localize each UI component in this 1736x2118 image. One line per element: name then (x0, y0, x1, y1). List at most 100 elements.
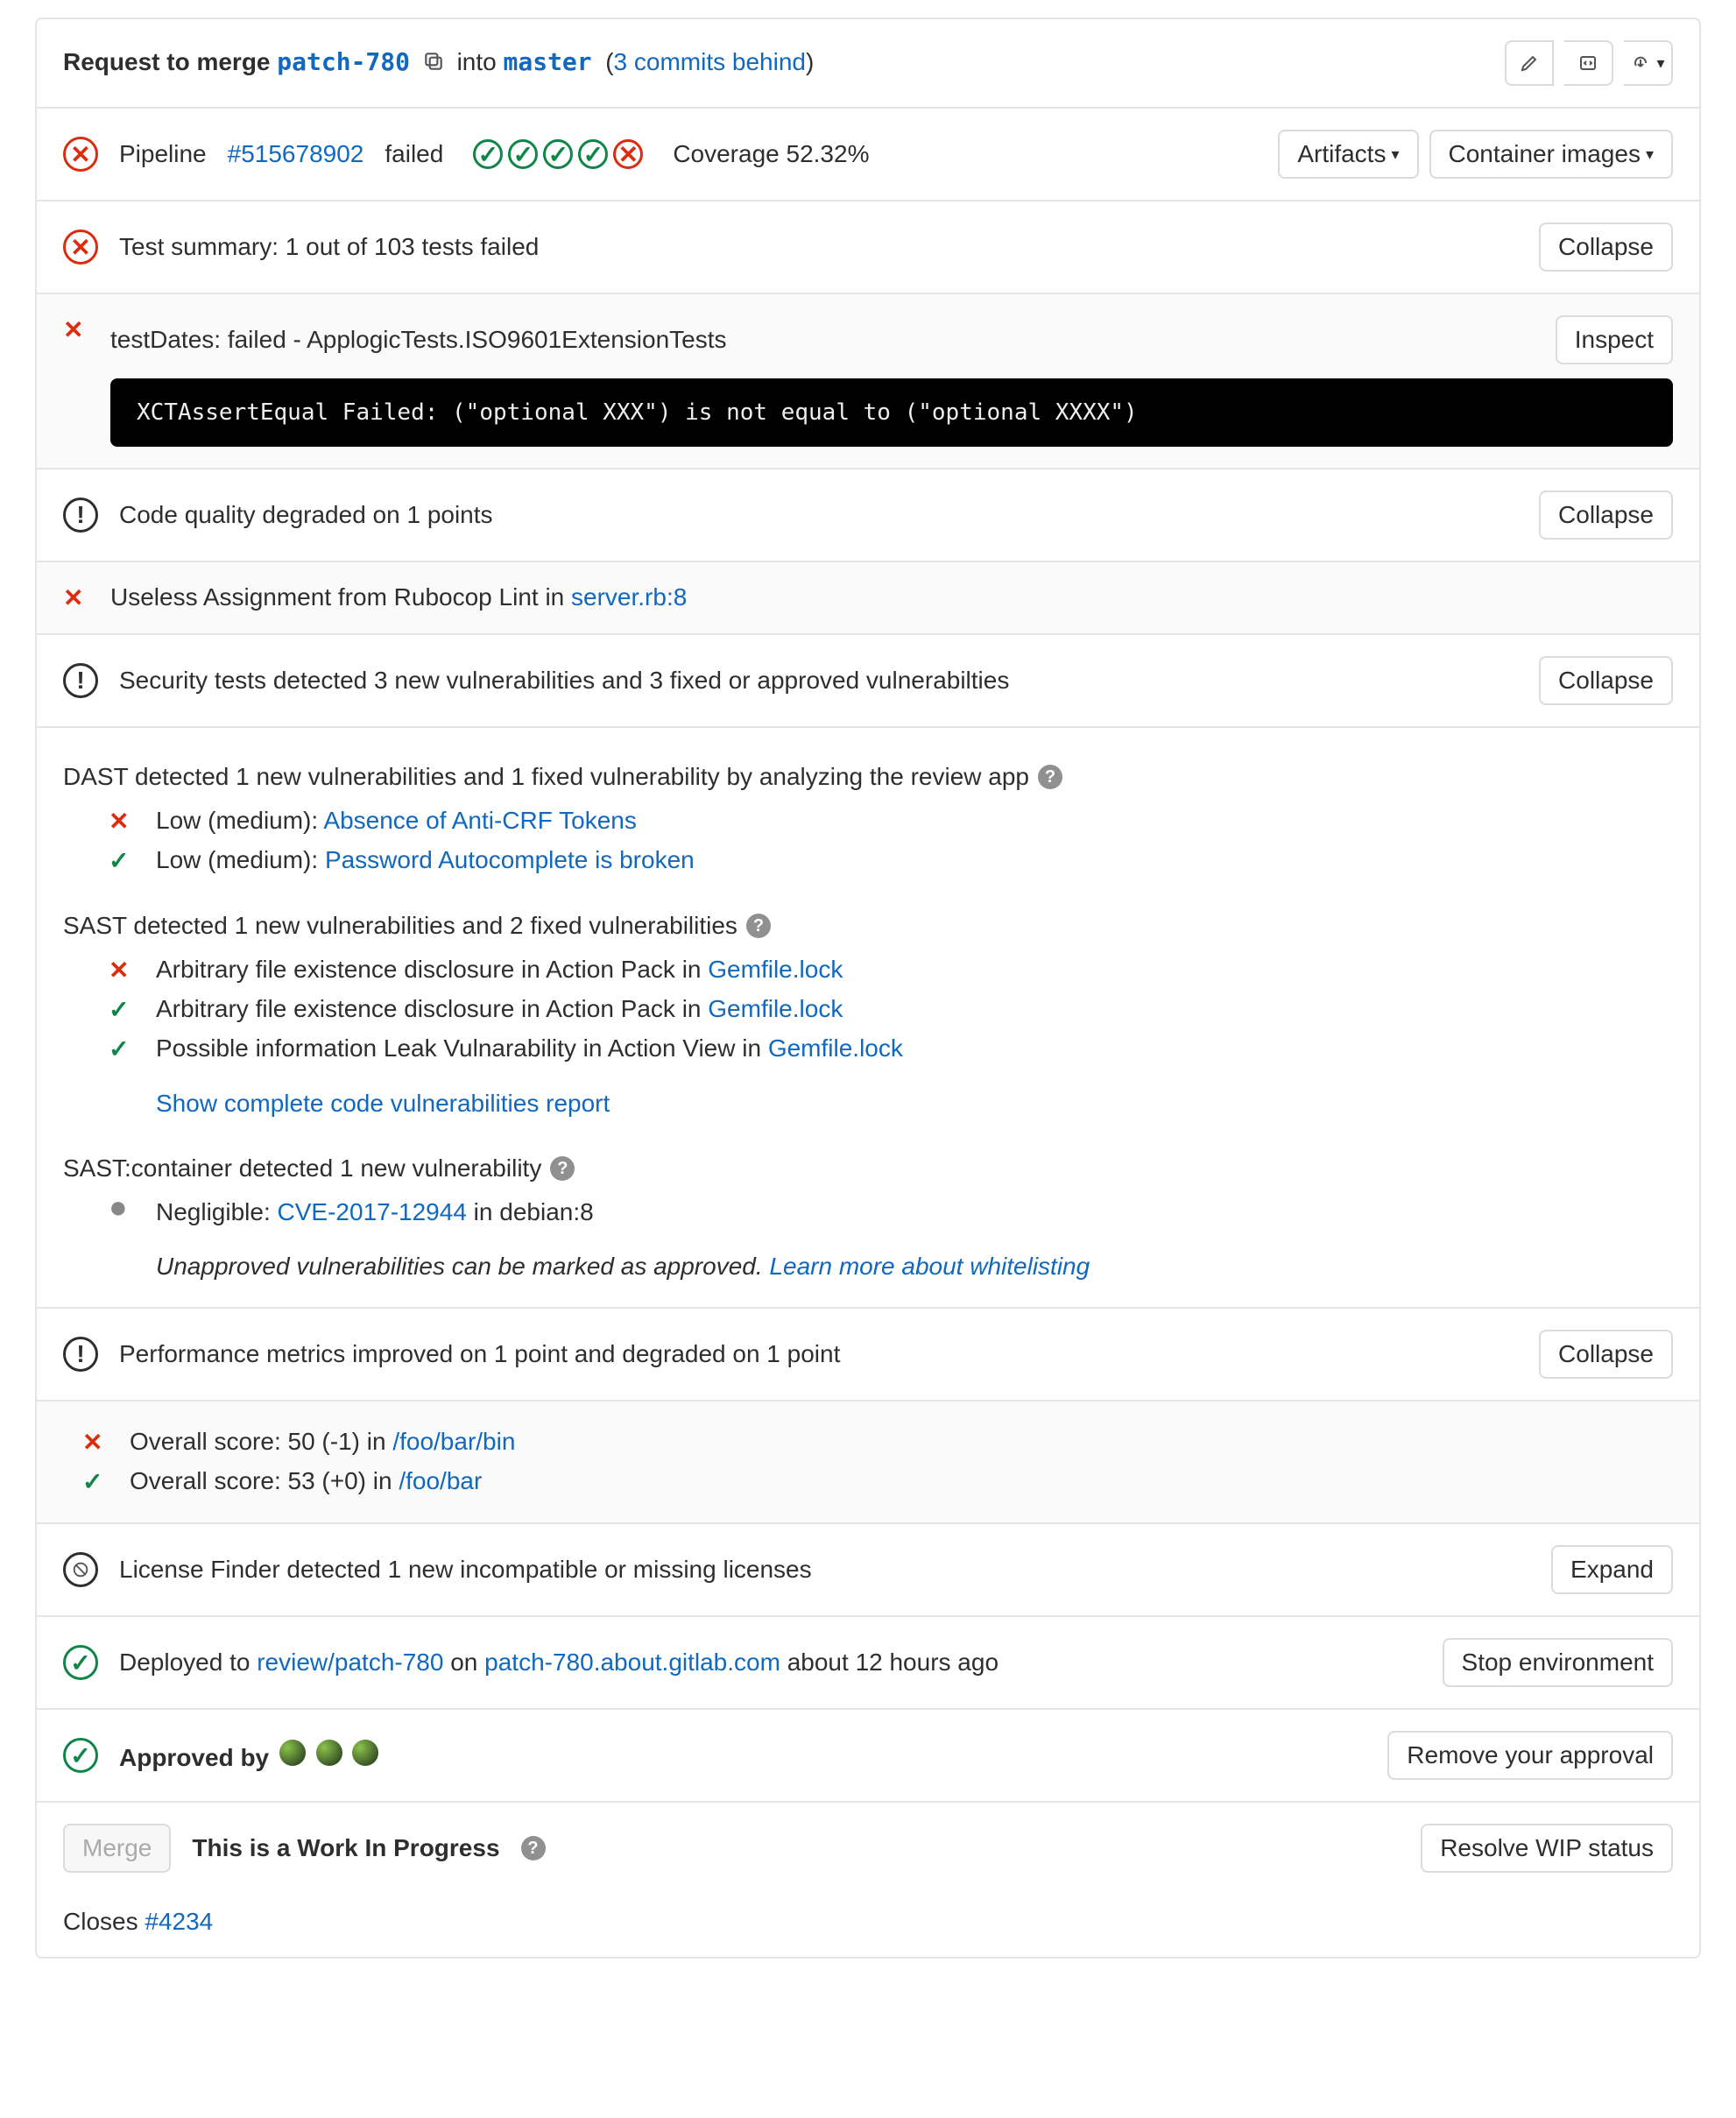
avatar[interactable] (352, 1740, 378, 1766)
stop-environment-button[interactable]: Stop environment (1443, 1638, 1673, 1687)
pipeline-status-icon: ✕ (63, 137, 98, 172)
vuln-link[interactable]: Password Autocomplete is broken (325, 846, 695, 873)
stage-icon-fail[interactable]: ✕ (613, 139, 643, 169)
stage-icon-pass[interactable]: ✓ (543, 139, 573, 169)
vuln-link[interactable]: Absence of Anti-CRF Tokens (323, 807, 636, 834)
stage-icon-pass[interactable]: ✓ (473, 139, 503, 169)
license-summary: License Finder detected 1 new incompatib… (119, 1556, 1530, 1584)
whitelist-link[interactable]: Learn more about whitelisting (769, 1253, 1090, 1280)
vulnerability-item: ✓Arbitrary file existence disclosure in … (109, 990, 1673, 1029)
show-all-vulnerabilities-link[interactable]: Show complete code vulnerabilities repor… (156, 1090, 610, 1118)
vulnerability-item: ● Negligible: CVE-2017-12944 in debian:8 (109, 1193, 1673, 1232)
whitelist-hint: Unapproved vulnerabilities can be marked… (156, 1253, 1090, 1281)
container-images-dropdown[interactable]: Container images▾ (1429, 130, 1674, 179)
vuln-link[interactable]: /foo/bar/bin (392, 1428, 515, 1455)
pipeline-id-link[interactable]: #515678902 (228, 140, 364, 168)
warning-icon: ! (63, 1337, 98, 1372)
source-branch-link[interactable]: patch-780 (277, 47, 410, 76)
code-quality-file-link[interactable]: server.rb:8 (571, 583, 687, 611)
deployment-text: Deployed to review/patch-780 on patch-78… (119, 1649, 1422, 1677)
avatar[interactable] (279, 1740, 306, 1766)
warning-icon: ! (63, 663, 98, 698)
vuln-link[interactable]: Gemfile.lock (768, 1034, 903, 1062)
code-quality-summary: Code quality degraded on 1 points (119, 501, 1518, 529)
vuln-prefix: Arbitrary file existence disclosure in A… (156, 956, 708, 983)
help-icon[interactable]: ? (1038, 765, 1062, 789)
web-ide-button[interactable] (1564, 40, 1613, 86)
dast-list: ✕Low (medium): Absence of Anti-CRF Token… (63, 801, 1673, 880)
download-dropdown[interactable]: ▾ (1624, 40, 1673, 86)
code-quality-item-text: Useless Assignment from Rubocop Lint in (110, 583, 571, 611)
vuln-prefix: Possible information Leak Vulnarability … (156, 1034, 768, 1062)
test-summary-section: ✕ Test summary: 1 out of 103 tests faile… (37, 200, 1699, 293)
merge-source-line: Request to merge patch-780 into master (… (63, 47, 1484, 78)
vuln-link[interactable]: Gemfile.lock (708, 956, 843, 983)
container-list: ● Negligible: CVE-2017-12944 in debian:8 (63, 1193, 1673, 1232)
performance-summary: Performance metrics improved on 1 point … (119, 1340, 1518, 1368)
dast-heading: DAST detected 1 new vulnerabilities and … (63, 749, 1673, 801)
pipeline-text: Pipeline #515678902 failed ✓ ✓ ✓ ✓ ✕ Cov… (119, 139, 1257, 169)
vuln-suffix: in debian:8 (467, 1198, 594, 1225)
fail-mark-icon: ✕ (82, 1428, 112, 1457)
collapse-codequality-button[interactable]: Collapse (1539, 491, 1673, 540)
vulnerability-item: ✓Low (medium): Password Autocomplete is … (109, 841, 1673, 880)
help-icon[interactable]: ? (521, 1836, 546, 1860)
vuln-link[interactable]: Gemfile.lock (708, 995, 843, 1022)
collapse-security-button[interactable]: Collapse (1539, 656, 1673, 705)
license-section: License Finder detected 1 new incompatib… (37, 1522, 1699, 1615)
resolve-wip-button[interactable]: Resolve WIP status (1421, 1824, 1673, 1873)
closes-issue-link[interactable]: #4234 (145, 1908, 213, 1935)
vulnerability-item: ✕Low (medium): Absence of Anti-CRF Token… (109, 801, 1673, 841)
performance-items: ✕ Overall score: 50 (-1) in /foo/bar/bin ✓… (37, 1400, 1699, 1522)
vuln-prefix: Negligible: (156, 1198, 278, 1225)
chevron-down-icon: ▾ (1646, 145, 1654, 164)
pipeline-stage-icons: ✓ ✓ ✓ ✓ ✕ (473, 139, 643, 169)
merge-button[interactable]: Merge (63, 1824, 171, 1873)
pipeline-status-text: failed (385, 140, 443, 168)
remove-approval-button[interactable]: Remove your approval (1387, 1731, 1673, 1780)
merge-request-widget: Request to merge patch-780 into master (… (35, 18, 1701, 1959)
test-fail-line: testDates: failed - ApplogicTests.ISO960… (110, 326, 1535, 354)
copy-branch-icon[interactable] (422, 50, 445, 79)
stage-icon-pass[interactable]: ✓ (578, 139, 608, 169)
artifacts-dropdown[interactable]: Artifacts▾ (1278, 130, 1418, 179)
deployment-url-link[interactable]: patch-780.about.gitlab.com (484, 1649, 780, 1676)
collapse-performance-button[interactable]: Collapse (1539, 1330, 1673, 1379)
help-icon[interactable]: ? (746, 914, 771, 938)
security-details: DAST detected 1 new vulnerabilities and … (37, 726, 1699, 1307)
vulnerability-item: ✓ Possible information Leak Vulnarability… (109, 1029, 1673, 1069)
pass-mark-icon: ✓ (109, 846, 138, 875)
code-quality-item: ✕ Useless Assignment from Rubocop Lint i… (37, 561, 1699, 633)
sast-container-heading: SAST:container detected 1 new vulnerabil… (63, 1140, 1673, 1193)
expand-license-button[interactable]: Expand (1551, 1545, 1673, 1594)
vuln-link[interactable]: CVE-2017-12944 (278, 1198, 467, 1225)
security-summary: Security tests detected 3 new vulnerabil… (119, 667, 1518, 695)
inspect-button[interactable]: Inspect (1556, 315, 1673, 364)
wip-label: This is a Work In Progress (192, 1834, 499, 1862)
merge-header: Request to merge patch-780 into master (… (37, 19, 1699, 107)
vulnerability-item: ✓Overall score: 53 (+0) in /foo/bar (82, 1462, 1673, 1501)
environment-link[interactable]: review/patch-780 (257, 1649, 443, 1676)
avatar[interactable] (316, 1740, 342, 1766)
vulnerability-item: ✕ Overall score: 50 (-1) in /foo/bar/bin (82, 1423, 1673, 1462)
neutral-dot-icon: ● (109, 1198, 138, 1216)
vuln-prefix: Overall score: 50 (-1) in (130, 1428, 392, 1455)
performance-section: ! Performance metrics improved on 1 poin… (37, 1307, 1699, 1400)
vuln-prefix: Overall score: 53 (+0) in (130, 1467, 399, 1494)
pipeline-label: Pipeline (119, 140, 207, 168)
stage-icon-pass[interactable]: ✓ (508, 139, 538, 169)
collapse-tests-button[interactable]: Collapse (1539, 222, 1673, 272)
pass-mark-icon: ✓ (109, 995, 138, 1024)
help-icon[interactable]: ? (550, 1156, 575, 1181)
edit-button[interactable] (1505, 40, 1554, 86)
fail-mark-icon: ✕ (63, 583, 89, 612)
chevron-down-icon: ▾ (1391, 145, 1399, 164)
pass-mark-icon: ✓ (109, 1034, 138, 1063)
sast-heading: SAST detected 1 new vulnerabilities and … (63, 898, 1673, 950)
fail-mark-icon: ✕ (109, 807, 138, 836)
test-trace-output: XCTAssertEqual Failed: ("optional XXX") … (110, 378, 1673, 447)
target-branch-link[interactable]: master (504, 47, 592, 76)
merge-prefix: Request to merge (63, 48, 271, 75)
commits-behind-link[interactable]: 3 commits behind (614, 48, 806, 75)
vuln-link[interactable]: /foo/bar (399, 1467, 482, 1494)
